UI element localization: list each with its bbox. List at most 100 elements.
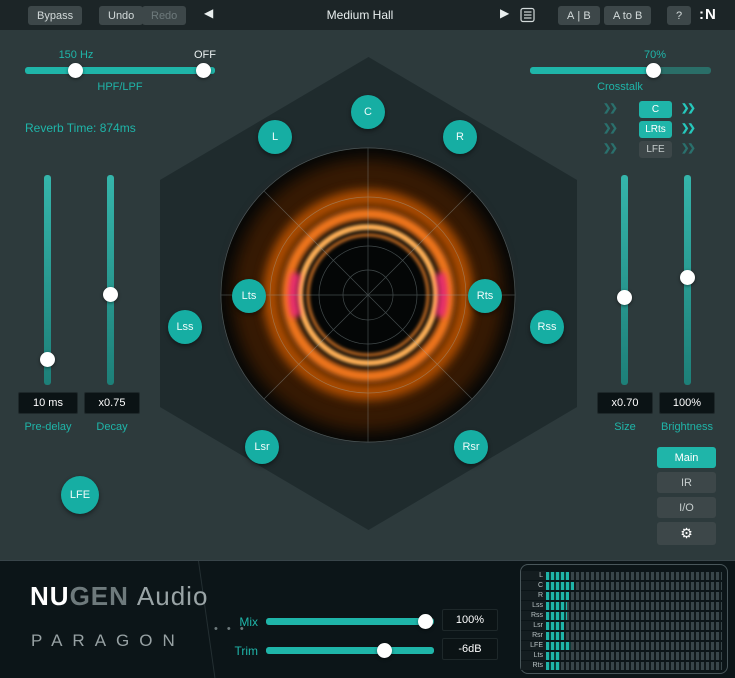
meter-row: Lss	[521, 601, 722, 610]
crosstalk-value-label: 70%	[627, 49, 683, 61]
routing-row-lrts: ❯❯ LRts ❯❯	[597, 121, 709, 139]
pre-delay-value[interactable]: 10 ms	[18, 392, 78, 414]
crosstalk-slider[interactable]	[530, 67, 711, 74]
routing-lrts-button[interactable]: LRts	[639, 121, 672, 138]
mix-slider-thumb[interactable]	[418, 614, 433, 629]
meter-fill	[546, 592, 569, 600]
decay-fader-thumb[interactable]	[103, 287, 118, 302]
brightness-value[interactable]: 100%	[659, 392, 715, 414]
mix-value[interactable]: 100%	[442, 609, 498, 631]
meter-bar	[546, 622, 722, 630]
hpf-lpf-slider-fill	[25, 67, 215, 74]
meter-channel-label: LFE	[521, 641, 546, 650]
meter-fill	[546, 652, 560, 660]
speaker-node-lts[interactable]: Lts	[232, 279, 266, 313]
pre-delay-fader-thumb[interactable]	[40, 352, 55, 367]
next-preset-button[interactable]: ▶	[500, 6, 509, 20]
trim-slider[interactable]	[266, 647, 434, 654]
routing-c-button[interactable]: C	[639, 101, 672, 118]
speaker-node-lfe[interactable]: LFE	[61, 476, 99, 514]
plugin-window: Bypass Undo Redo ◀ Medium Hall ▶ A | B A…	[0, 0, 735, 678]
settings-button[interactable]: ⚙	[657, 522, 716, 545]
meter-fill	[546, 642, 571, 650]
bypass-button[interactable]: Bypass	[28, 6, 82, 25]
meter-channel-label: Rss	[521, 611, 546, 620]
crosstalk-slider-fill	[530, 67, 653, 74]
meter-list: LCRLssRssLsrRsrLFELtsRts	[521, 571, 722, 670]
routing-input-chevron-icon[interactable]: ❯❯	[603, 103, 616, 114]
routing-output-chevron-icon[interactable]: ❯❯	[681, 143, 694, 154]
trim-slider-thumb[interactable]	[377, 643, 392, 658]
help-button[interactable]: ?	[667, 6, 691, 25]
ab-compare-button[interactable]: A | B	[558, 6, 600, 25]
meter-channel-label: L	[521, 571, 546, 580]
meter-bar	[546, 582, 722, 590]
meter-bar	[546, 572, 722, 580]
meter-row: Rts	[521, 661, 722, 670]
routing-lfe-button[interactable]: LFE	[639, 141, 672, 158]
preset-list-button[interactable]	[520, 7, 536, 26]
brand-audio: Audio	[137, 581, 209, 611]
meter-bar	[546, 632, 722, 640]
brand-gen: GEN	[70, 581, 129, 611]
redo-button[interactable]: Redo	[142, 6, 186, 25]
routing-input-chevron-icon[interactable]: ❯❯	[603, 143, 616, 154]
pre-delay-fader[interactable]	[44, 175, 51, 385]
meter-fill	[546, 662, 560, 670]
hpf-lpf-slider[interactable]	[25, 67, 215, 74]
decay-fader[interactable]	[107, 175, 114, 385]
meter-row: C	[521, 581, 722, 590]
speaker-node-c[interactable]: C	[351, 95, 385, 129]
decay-label: Decay	[84, 421, 140, 433]
view-io-button[interactable]: I/O	[657, 497, 716, 518]
brightness-fader-thumb[interactable]	[680, 270, 695, 285]
meter-fill	[546, 572, 569, 580]
footer-bar: NUGENAudio PARAGON • • • Mix 100% Trim -…	[0, 560, 735, 678]
mix-label: Mix	[228, 615, 258, 629]
size-fader-thumb[interactable]	[617, 290, 632, 305]
speaker-node-r[interactable]: R	[443, 120, 477, 154]
lpf-slider-thumb[interactable]	[196, 63, 211, 78]
meter-bar	[546, 652, 722, 660]
speaker-node-lss[interactable]: Lss	[168, 310, 202, 344]
a-to-b-button[interactable]: A to B	[604, 6, 651, 25]
hpf-slider-thumb[interactable]	[68, 63, 83, 78]
meter-fill	[546, 612, 567, 620]
routing-output-chevron-icon[interactable]: ❯❯	[681, 123, 694, 134]
ab-b-label: B	[583, 10, 590, 22]
hpf-value-label: 150 Hz	[48, 49, 104, 61]
meter-channel-label: Rts	[521, 661, 546, 670]
preset-name[interactable]: Medium Hall	[280, 8, 440, 22]
previous-preset-button[interactable]: ◀	[204, 6, 213, 20]
mix-slider[interactable]	[266, 618, 434, 625]
undo-button[interactable]: Undo	[99, 6, 143, 25]
meter-channel-label: R	[521, 591, 546, 600]
trim-value[interactable]: -6dB	[442, 638, 498, 660]
meter-fill	[546, 622, 564, 630]
size-fader[interactable]	[621, 175, 628, 385]
size-label: Size	[597, 421, 653, 433]
view-main-button[interactable]: Main	[657, 447, 716, 468]
routing-input-chevron-icon[interactable]: ❯❯	[603, 123, 616, 134]
speaker-node-rsr[interactable]: Rsr	[454, 430, 488, 464]
routing-row-lfe: ❯❯ LFE ❯❯	[597, 141, 709, 159]
decay-value[interactable]: x0.75	[84, 392, 140, 414]
routing-output-chevron-icon[interactable]: ❯❯	[681, 103, 694, 114]
title-bar: Bypass Undo Redo ◀ Medium Hall ▶ A | B A…	[0, 0, 735, 30]
meter-bar	[546, 602, 722, 610]
speaker-node-lsr[interactable]: Lsr	[245, 430, 279, 464]
mix-slider-fill	[266, 618, 434, 625]
meter-row: Lsr	[521, 621, 722, 630]
view-ir-button[interactable]: IR	[657, 472, 716, 493]
brightness-fader[interactable]	[684, 175, 691, 385]
crosstalk-slider-thumb[interactable]	[646, 63, 661, 78]
meter-row: L	[521, 571, 722, 580]
main-panel: CLRLtsRtsLssRssLsrRsrLFE 150 Hz OFF HPF/…	[0, 30, 735, 560]
speaker-node-rss[interactable]: Rss	[530, 310, 564, 344]
speaker-node-rts[interactable]: Rts	[468, 279, 502, 313]
speaker-node-l[interactable]: L	[258, 120, 292, 154]
meter-row: Rss	[521, 611, 722, 620]
size-value[interactable]: x0.70	[597, 392, 653, 414]
routing-row-c: ❯❯ C ❯❯	[597, 101, 709, 119]
crosstalk-label: Crosstalk	[582, 81, 658, 93]
